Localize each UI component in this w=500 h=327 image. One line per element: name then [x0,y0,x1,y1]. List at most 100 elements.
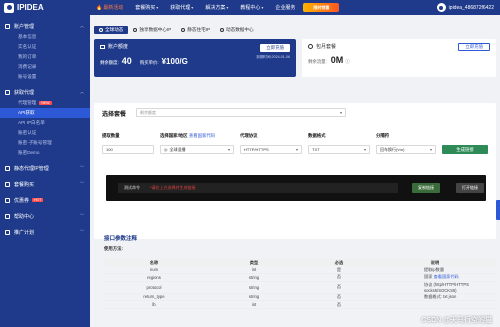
chevron-down-icon: ﹀ [80,181,84,186]
format-label: 数据格式 [308,133,326,138]
param-name: protocol [104,281,204,294]
chevron-up-icon: ︿ [80,89,84,94]
table-row: protocol string 否 协议 (http/HTTP/HTTPS so… [104,281,496,294]
chevron-down-icon: ▾ [156,5,159,10]
remaining-label: 剩余额度: [100,60,119,65]
hot-badge: HOT [32,198,44,202]
package-title: 包月套餐 [316,44,337,50]
tab-static-residential[interactable]: 静态住宅IP [176,26,215,34]
open-link-button[interactable]: 打开链接 [456,183,484,193]
param-type: string [204,273,304,282]
sidebar-item-subaccount[interactable]: 账密-子账号管理 [0,138,90,148]
sidebar-group-account[interactable]: 账户管理 ︿ [0,20,90,32]
cart-icon [5,181,10,187]
new-badge: NEW [39,101,52,105]
command-hint: *请在上方选择并生成链接 [150,185,196,190]
chevron-down-icon: ▾ [191,5,194,10]
info-icon: ⓘ [345,59,350,64]
param-desc: 国家 查看国家代码 [374,273,496,282]
count-label: 提取数量 [102,133,120,138]
wallet-icon [100,44,105,49]
test-command-box: 测试命令 *请在上方选择并生成链接 复制链接 打开链接 [106,175,486,201]
server-icon [133,28,138,32]
param-desc [374,300,496,309]
command-label: 测试命令 [124,185,140,190]
region-select[interactable]: ◎ 全球混播 ▾ [160,145,234,154]
home-icon [181,28,186,32]
nav-enterprise[interactable]: 企业服务 [269,4,301,11]
param-name: num [104,266,204,275]
sidebar-item-consumption[interactable]: 消费记录 [0,62,90,72]
param-desc: 协议 (http/HTTP/HTTPS socks5/SOCKS5) [374,281,496,294]
sidebar-group-coupon[interactable]: 优惠券 HOT [0,194,90,206]
sidebar-item-verification[interactable]: 实名认证 [0,42,90,52]
user-menu[interactable]: ipidea_486872f6422 [436,0,494,15]
floating-service-tab[interactable] [496,200,500,220]
sidebar-group-referral[interactable]: 推广计划 ﹀ [0,226,90,238]
recharge-button[interactable]: 立即充值 [260,44,290,52]
param-required: 否 [304,273,374,282]
sidebar-item-orders[interactable]: 我的订单 [0,52,90,62]
protocol-select[interactable]: HTTP/HTTPS ▾ [240,145,302,154]
fire-icon: 🔥 [96,4,103,11]
chevron-down-icon: ▾ [339,110,342,115]
count-input[interactable]: 100 [102,145,154,154]
param-type: string [204,281,304,294]
column-header-desc: 说明 [374,259,496,266]
nav-latest-events[interactable]: 🔥 最新活动 [90,4,129,12]
user-icon [5,23,10,29]
region-code-link[interactable]: 查看国家代码 [434,274,459,279]
table-row: num int 是 提取ip数量 [104,266,496,275]
brand-logo[interactable]: IPIDEA [0,0,90,15]
table-row: regions string 否 国家 查看国家代码 [104,273,496,282]
sidebar-item-api-whitelist[interactable]: API IP白名单 [0,118,90,128]
api-params-table: 名称 类型 必选 说明 num int 是 提取ip数量 regions str… [104,259,496,309]
globe-icon [99,28,103,32]
sidebar-group-get-proxy[interactable]: 获取代理 ︿ [0,86,90,98]
nav-tutorials[interactable]: 教程中心 ▾ [234,4,269,11]
copy-link-button[interactable]: 复制链接 [412,183,440,193]
format-select[interactable]: TXT ▾ [308,145,370,154]
sidebar-item-auth[interactable]: 账密认证 [0,128,90,138]
separator-select[interactable]: 回车换行(\r\n) ▾ [376,145,436,154]
sidebar-group-buy[interactable]: 套餐购买 ﹀ [0,178,90,190]
sidebar-item-settings[interactable]: 账号设置 [0,72,90,82]
nav-get-proxy[interactable]: 获取代理 ▾ [164,4,199,11]
nav-buy-package[interactable]: 套餐购买 ▾ [129,4,164,11]
account-balance-card: 账户额度 剩余额度: 40 购买单价: ¥100/G 立即充值 到期时间:202… [94,39,296,77]
region-label: 选择国家/地区 查看国家代码 [160,133,216,138]
account-title: 账户额度 [108,44,129,50]
product-tabs: 全球动态 独享数据中心IP 静态住宅IP 动态数据中心 [94,26,259,34]
tab-global-dynamic[interactable]: 全球动态 [94,26,129,34]
globe-icon: ◎ [164,147,168,152]
check-circle-icon [308,44,313,49]
main-content: 全球动态 独享数据中心IP 静态住宅IP 动态数据中心 账户额度 剩余额度: 4… [90,15,500,327]
package-select[interactable]: 剩余额度 ▾ [136,108,346,117]
chevron-down-icon: ﹀ [80,229,84,234]
command-output[interactable]: 测试命令 *请在上方选择并生成链接 [118,183,398,193]
package-recharge-button[interactable]: 立即充值 [458,43,490,51]
price-value: ¥100/G [161,57,188,66]
api-params-title: 接口参数注释 [104,236,138,242]
sidebar-item-api-get[interactable]: API获取 [0,108,90,118]
column-header-type: 类型 [204,259,304,266]
tab-dedicated-dc[interactable]: 独享数据中心IP [128,26,176,34]
sidebar-item-basic-info[interactable]: 基本信息 [0,32,90,42]
chevron-down-icon: ▾ [227,147,230,152]
sidebar-item-demo[interactable]: 账密Demo [0,148,90,158]
sidebar-group-help[interactable]: 帮助中心 ﹀ [0,210,90,222]
param-required: 否 [304,300,374,309]
sidebar-item-proxy-manage[interactable]: 代理管理 NEW [0,98,90,108]
nav-solutions[interactable]: 解决方案 ▾ [199,4,234,11]
remaining-value: 40 [121,56,132,66]
promo-banner[interactable]: 限时特惠 [303,3,340,12]
param-type: int [204,300,304,309]
sidebar-group-static-ip[interactable]: 静态代理IP管理 ﹀ [0,162,90,174]
param-desc: 提取ip数量 [374,266,496,275]
generate-link-button[interactable]: 生成链接 [442,145,488,154]
chevron-down-icon: ▾ [429,147,432,152]
select-package-title: 选择套餐 [102,112,127,118]
region-code-link[interactable]: 查看国家代码 [189,133,215,138]
chevron-down-icon: ﹀ [80,213,84,218]
tab-dynamic-dc[interactable]: 动态数据中心 [215,26,259,34]
